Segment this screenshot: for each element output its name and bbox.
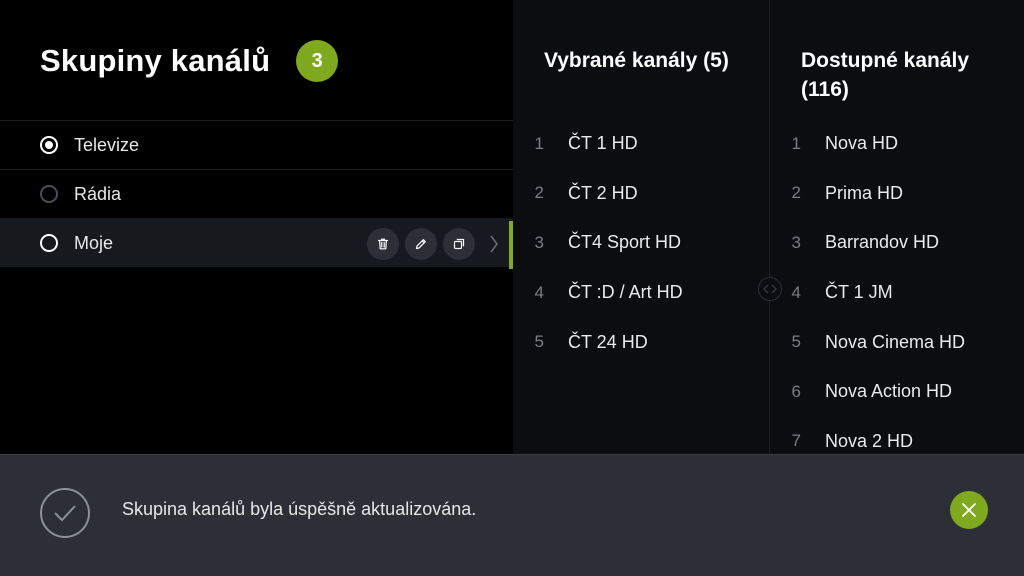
group-list: Televize Rádia Moje	[0, 120, 513, 269]
channel-name: ČT 2 HD	[568, 182, 638, 203]
channel-name: ČT4 Sport HD	[568, 232, 682, 253]
channel-name: Nova 2 HD	[825, 430, 914, 451]
group-label: Televize	[74, 134, 140, 155]
delete-group-button[interactable]	[367, 227, 399, 260]
available-channel-item[interactable]: 2 Prima HD	[770, 169, 1024, 219]
channel-number: 3	[534, 232, 544, 252]
page-title: Skupiny kanálů	[40, 43, 271, 78]
copy-icon	[453, 238, 465, 249]
available-channel-list: 1 Nova HD 2 Prima HD 3 Barrandov HD 4 ČT…	[770, 119, 1024, 466]
available-channels-title: Dostupné kanály (116)	[801, 49, 970, 101]
channel-groups-screen: Skupiny kanálů 3 Televize Rádia Moje Vyb…	[0, 0, 1024, 576]
selected-channels-panel: Vybrané kanály (5) 1 ČT 1 HD 2 ČT 2 HD 3…	[513, 0, 769, 454]
groups-header: Skupiny kanálů 3	[40, 38, 339, 84]
available-channels-panel: Dostupné kanály (116) 1 Nova HD 2 Prima …	[770, 0, 1024, 454]
available-channel-item[interactable]: 1 Nova HD	[770, 119, 1024, 169]
checkmark-icon	[40, 488, 90, 538]
pencil-icon	[415, 238, 426, 249]
open-group-button[interactable]	[487, 233, 501, 255]
selected-channel-item[interactable]: 5 ČT 24 HD	[513, 317, 769, 367]
channel-number: 3	[791, 232, 801, 252]
channel-number: 6	[791, 381, 801, 401]
notification-toast: Skupina kanálů byla úspěšně aktualizován…	[0, 454, 1024, 576]
edit-group-button[interactable]	[405, 227, 437, 260]
available-channel-item[interactable]: 4 ČT 1 JM	[770, 268, 1024, 318]
close-toast-button[interactable]	[950, 491, 988, 529]
channel-name: ČT 1 HD	[568, 133, 638, 154]
selected-channel-item[interactable]: 3 ČT4 Sport HD	[513, 218, 769, 268]
radio-unchecked-icon[interactable]	[40, 185, 58, 203]
available-channel-item[interactable]: 6 Nova Action HD	[770, 367, 1024, 417]
swap-arrows-icon[interactable]	[758, 277, 782, 301]
selected-channel-item[interactable]: 4 ČT :D / Art HD	[513, 268, 769, 318]
selected-channels-title: Vybrané kanály (5)	[544, 49, 729, 72]
trash-icon	[377, 238, 389, 249]
available-channel-item[interactable]: 5 Nova Cinema HD	[770, 317, 1024, 367]
close-icon	[962, 503, 976, 517]
channel-number: 7	[791, 431, 801, 451]
selected-channel-list: 1 ČT 1 HD 2 ČT 2 HD 3 ČT4 Sport HD 4 ČT …	[513, 119, 769, 367]
group-item-televize[interactable]: Televize	[0, 120, 513, 169]
chevron-right-icon	[490, 235, 498, 252]
radio-unchecked-icon[interactable]	[40, 234, 58, 252]
radio-checked-icon[interactable]	[40, 136, 58, 154]
channel-number: 2	[791, 183, 801, 203]
selected-channel-item[interactable]: 1 ČT 1 HD	[513, 119, 769, 169]
available-channel-item[interactable]: 3 Barrandov HD	[770, 218, 1024, 268]
copy-group-button[interactable]	[443, 227, 475, 260]
group-count-badge: 3	[296, 40, 339, 82]
groups-panel: Skupiny kanálů 3 Televize Rádia Moje	[0, 0, 513, 454]
toast-message: Skupina kanálů byla úspěšně aktualizován…	[122, 499, 477, 519]
channel-number: 4	[534, 282, 544, 302]
channel-name: ČT 1 JM	[825, 282, 893, 303]
group-item-moje[interactable]: Moje	[0, 218, 513, 269]
channel-name: ČT 24 HD	[568, 331, 648, 352]
channel-number: 2	[534, 183, 544, 203]
channel-number: 1	[534, 133, 544, 153]
channel-name: ČT :D / Art HD	[568, 282, 683, 303]
group-label: Moje	[74, 232, 114, 253]
channel-name: Nova Cinema HD	[825, 331, 966, 352]
channel-name: Prima HD	[825, 182, 904, 203]
group-label: Rádia	[74, 183, 122, 204]
channel-number: 5	[791, 332, 801, 352]
group-item-radia[interactable]: Rádia	[0, 169, 513, 218]
channel-name: Nova HD	[825, 133, 899, 154]
channel-name: Barrandov HD	[825, 232, 940, 253]
channel-number: 5	[534, 332, 544, 352]
channel-name: Nova Action HD	[825, 381, 953, 402]
group-row-actions	[361, 219, 501, 268]
channel-number: 1	[791, 133, 801, 153]
selected-channel-item[interactable]: 2 ČT 2 HD	[513, 169, 769, 219]
